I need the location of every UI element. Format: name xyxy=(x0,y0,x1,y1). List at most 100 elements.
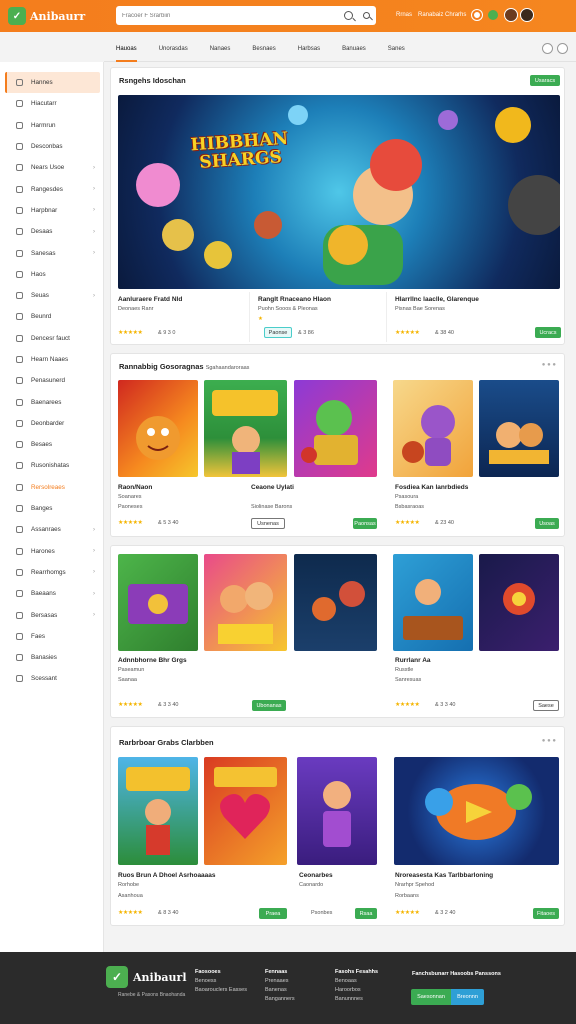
game-button[interactable]: Ubonanas xyxy=(252,700,286,711)
sidebar-item[interactable]: Rusonishatas xyxy=(0,455,103,476)
game-button[interactable]: Praea xyxy=(259,908,287,919)
sidebar-item[interactable]: Banasies xyxy=(0,647,103,668)
sidebar-item[interactable]: Scessant xyxy=(0,668,103,689)
footer-link[interactable]: Banenas xyxy=(265,986,295,995)
tab-harbs[interactable]: Harbsas xyxy=(298,36,320,62)
sidebar-item[interactable]: Beunrd xyxy=(0,306,103,327)
top-link[interactable]: Rrnas xyxy=(396,12,412,18)
avatar[interactable] xyxy=(504,8,519,22)
game-thumb[interactable] xyxy=(204,757,287,865)
footer-logo[interactable]: ✓ Anibaurl xyxy=(106,966,187,988)
tab-best[interactable]: Besnaes xyxy=(252,36,275,62)
sidebar-item[interactable]: Deonbarder xyxy=(0,413,103,434)
sidebar-item[interactable]: Hannes xyxy=(5,72,100,94)
tab-updates[interactable]: Unorasdas xyxy=(159,36,188,62)
sidebar-item[interactable]: Sanesas › xyxy=(0,242,103,263)
carousel-dots[interactable]: ● ● ● xyxy=(542,738,556,744)
game-thumb[interactable] xyxy=(297,757,377,865)
game-thumb[interactable] xyxy=(393,554,473,651)
game-thumb[interactable] xyxy=(394,757,559,865)
featured-sub-1[interactable]: Aanluraere Fratd Nld Deonaes Ranr ★★★★★ … xyxy=(118,292,248,342)
sidebar-item[interactable]: Harmrun xyxy=(0,115,103,136)
sidebar-item[interactable]: Nears Usoe › xyxy=(0,157,103,178)
footer-link[interactable]: Banganners xyxy=(265,995,295,1004)
thumb-art xyxy=(489,422,549,464)
game-thumb[interactable] xyxy=(204,554,287,651)
tab-names[interactable]: Nanaes xyxy=(210,36,231,62)
search-alt-icon[interactable] xyxy=(363,12,370,19)
sidebar-item[interactable]: Harones › xyxy=(0,541,103,562)
game-thumb[interactable] xyxy=(118,380,198,477)
game-title[interactable]: Ruos Brun A Dhoel Asrhoaaaas xyxy=(118,872,216,879)
search-icon[interactable] xyxy=(344,11,353,20)
sidebar-item[interactable]: Dencesr fauct xyxy=(0,328,103,349)
featured-sub-2[interactable]: Ranglt Rnaceano Hlaon Puohn Sooos & Pleo… xyxy=(249,292,384,342)
footer-signup-green[interactable]: Saesonnan xyxy=(411,989,451,1005)
game-title[interactable]: Adnnbhorne Bhr Grgs xyxy=(118,657,187,664)
sidebar-item[interactable]: Rearrhomgs › xyxy=(0,562,103,583)
tab-banners[interactable]: Banuaes xyxy=(342,36,366,62)
avatar-secondary[interactable] xyxy=(520,8,535,22)
search-bar[interactable] xyxy=(116,6,376,25)
badge-icon[interactable] xyxy=(488,10,499,20)
game-button[interactable]: Rsaa xyxy=(355,908,377,919)
sidebar-item[interactable]: Faes xyxy=(0,626,103,647)
game-thumb[interactable] xyxy=(118,757,198,865)
sidebar-item[interactable]: Hiacutarr xyxy=(0,93,103,114)
featured-button[interactable]: Usaracs xyxy=(530,75,560,86)
sidebar-item[interactable]: Besaes xyxy=(0,434,103,455)
tab-home[interactable]: Hauoas xyxy=(116,36,137,62)
game-title[interactable]: Ceaone Uylati xyxy=(251,484,294,491)
footer-link[interactable]: Benoess xyxy=(195,977,247,986)
sidebar-item[interactable]: Bersasas › xyxy=(0,604,103,625)
footer-signup-blue[interactable]: Breonnn xyxy=(451,989,484,1005)
sidebar-item[interactable]: Baenarees xyxy=(0,391,103,412)
notification-icon[interactable] xyxy=(472,10,483,20)
sidebar-item[interactable]: Baeaans › xyxy=(0,583,103,604)
game-button-outline[interactable]: Usnenas xyxy=(251,518,285,529)
featured-sub-3[interactable]: Hlarrllnc laaclle, Glarenque Pisnas Bae … xyxy=(386,292,561,342)
game-thumb[interactable] xyxy=(479,380,559,477)
featured-sub-2-button[interactable]: Paonse xyxy=(264,327,292,338)
game-button[interactable]: Usoas xyxy=(535,518,559,529)
top-label[interactable]: Ranabaiz Chrarhs xyxy=(418,12,466,18)
sidebar-item[interactable]: Hearn Naaes xyxy=(0,349,103,370)
footer-link[interactable]: Prenaaes xyxy=(265,977,295,986)
game-thumb[interactable] xyxy=(118,554,198,651)
game-title[interactable]: Fosdiea Kan lanrbdieds xyxy=(395,484,468,491)
game-thumb[interactable] xyxy=(479,554,559,651)
sidebar-item[interactable]: Seuas › xyxy=(0,285,103,306)
sidebar-item[interactable]: Banges xyxy=(0,498,103,519)
logo[interactable]: ✓ Anibaurr xyxy=(8,7,85,25)
search-input[interactable] xyxy=(122,12,338,19)
game-thumb[interactable] xyxy=(294,554,377,651)
footer-link[interactable]: Benoaas xyxy=(335,977,378,986)
sidebar-item[interactable]: Haos xyxy=(0,264,103,285)
sidebar-item[interactable]: Rangesdes › xyxy=(0,178,103,199)
sidebar-item[interactable]: Rersolreaes xyxy=(0,477,103,498)
game-title[interactable]: Rurrlanr Aa xyxy=(395,657,431,664)
featured-banner[interactable]: HIBBHAN SHARGS xyxy=(118,95,560,289)
footer-link[interactable]: Banunnnes xyxy=(335,995,378,1004)
featured-sub-3-button[interactable]: Ucracs xyxy=(535,327,561,338)
profile-icon[interactable] xyxy=(557,43,568,54)
game-thumb[interactable] xyxy=(294,380,377,477)
carousel-dots[interactable]: ● ● ● xyxy=(542,362,556,368)
sidebar-item[interactable]: Penasunerd xyxy=(0,370,103,391)
game-button[interactable]: Fitaoes xyxy=(533,908,559,919)
game-title[interactable]: Raon/Naon xyxy=(118,484,152,491)
game-title[interactable]: Ceonarbes xyxy=(299,872,333,879)
sidebar-item[interactable]: Assanraes › xyxy=(0,519,103,540)
game-thumb[interactable] xyxy=(393,380,473,477)
sidebar-item[interactable]: Desconbas xyxy=(0,136,103,157)
footer-link[interactable]: Haroorbos xyxy=(335,986,378,995)
footer-link[interactable]: Baoarouclers Easses xyxy=(195,986,247,995)
game-thumb[interactable] xyxy=(204,380,287,477)
game-title[interactable]: Nroreasesta Kas Tarlbbarloning xyxy=(395,872,493,879)
sidebar-item[interactable]: Desaas › xyxy=(0,221,103,242)
game-button-outline[interactable]: Saese xyxy=(533,700,559,711)
settings-icon[interactable] xyxy=(542,43,553,54)
tab-sanes[interactable]: Sanes xyxy=(388,36,405,62)
sidebar-item[interactable]: Harpbnar › xyxy=(0,200,103,221)
game-button[interactable]: Paonsas xyxy=(353,518,377,529)
